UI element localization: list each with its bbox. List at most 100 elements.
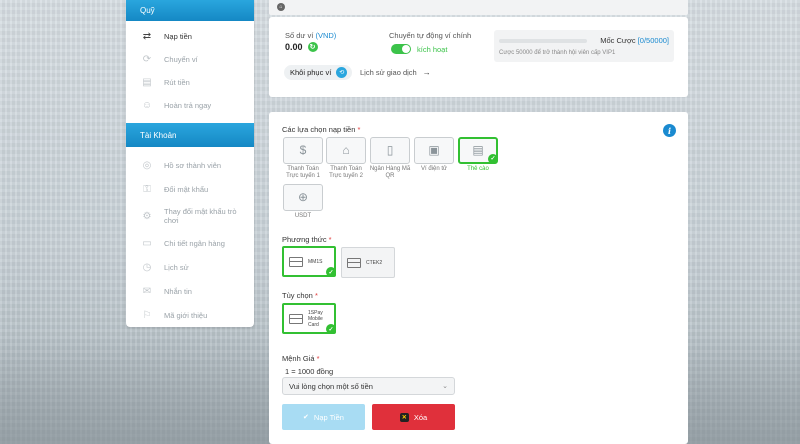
card-icon [289,256,303,267]
vip-milestone: Mốc Cược [0/50000] [600,36,669,45]
account-sidebar: Quỹ ⇄ Nạp tiền ⟳ Chuyển ví ▤ Rút tiền ☺ … [126,0,254,327]
sidebar-item-label: Nạp tiền [164,32,192,41]
sidebar-section-title: Quỹ [140,6,155,15]
balance-currency: (VND) [315,31,337,40]
history-icon: ◷ [142,261,152,273]
sidebar-item-change-password[interactable]: ⚿ Đổi mật khẩu [126,177,254,201]
vip-note: Cược 50000 để trở thành hội viên cấp VIP… [499,50,616,56]
sidebar-section-fund: Quỹ [126,0,254,21]
amount-select-value: Vui lòng chọn một số tiền [289,381,373,391]
deposit-option-label: USDT [294,213,312,219]
sidebar-item-label: Chi tiết ngân hàng [164,238,225,248]
transaction-history-label: Lịch sử giao dịch [360,68,417,77]
sidebar-item-label: Hoàn trả ngay [164,101,212,110]
deposit-submit-label: Nạp Tiền [313,412,344,422]
sidebar-item-deposit[interactable]: ⇄ Nạp tiền [126,25,254,48]
notice-bar: ⌂ [269,0,688,15]
deposit-option-label: Thẻ cào [467,166,489,172]
required-mark: * [328,235,332,244]
checkmark-icon: ✓ [326,324,336,334]
denomination-title: Mệnh Giá * [282,354,320,363]
vip-milestone-label: Mốc Cược [600,36,636,45]
sidebar-item-label: Chuyển ví [164,55,198,64]
sidebar-item-history[interactable]: ◷ Lịch sử [126,255,254,279]
sidebar-item-profile[interactable]: ◎ Hồ sơ thành viên [126,153,254,177]
deposit-option-usdt[interactable]: ⊕ USDT [282,184,324,220]
coin-icon: $ [283,137,323,164]
sidebar-item-bank-details[interactable]: ▭ Chi tiết ngân hàng [126,231,254,255]
restore-wallet-button[interactable]: Khôi phục ví ⟲ [284,65,353,80]
clear-label: Xóa [413,412,428,422]
deposit-option-label: Ngân Hàng Mã QR [369,166,411,179]
deposit-option-online-1[interactable]: $ Thanh Toán Trực tuyến 1 [282,137,324,180]
deposit-submit-button[interactable]: ✔ Nạp Tiền [282,404,365,430]
sidebar-section-account: Tài Khoản [126,123,254,147]
fund-menu: ⇄ Nạp tiền ⟳ Chuyển ví ▤ Rút tiền ☺ Hoàn… [126,21,254,117]
required-mark: * [316,354,320,363]
profile-icon: ◎ [142,159,152,171]
balance-label: Số dư ví (VND) [285,31,336,40]
restore-wallet-icon: ⟲ [336,67,348,78]
sidebar-item-label: Lịch sử [164,262,189,272]
arrow-right-icon: → [422,68,431,77]
sidebar-section-title: Tài Khoản [140,130,177,140]
method-title: Phương thức * [282,235,332,244]
card-icon [289,313,303,324]
scratch-card-icon: ▤ ✓ [458,137,498,164]
deposit-option-label: Thanh Toán Trực tuyến 2 [329,166,363,179]
choice-title-text: Tùy chọn [282,291,313,300]
deposit-card: i Các lựa chọn nạp tiền * $ Thanh Toán T… [269,112,688,444]
sidebar-item-label: Rút tiền [164,78,190,87]
chevron-down-icon: ⌄ [442,383,448,390]
balance-value: 0.00 [285,42,303,52]
denomination-rate: 1 = 1000 đồng [285,367,334,376]
refresh-balance-icon[interactable]: ↻ [307,42,318,52]
account-menu: ◎ Hồ sơ thành viên ⚿ Đổi mật khẩu ⚙ Thay… [126,147,254,327]
qr-phone-icon: ▯ [370,137,410,164]
sidebar-item-transfer[interactable]: ⟳ Chuyển ví [126,48,254,71]
checkmark-icon: ✓ [488,154,498,164]
sidebar-item-withdraw[interactable]: ▤ Rút tiền [126,71,254,94]
restore-wallet-label: Khôi phục ví [290,68,332,77]
required-mark: * [357,125,361,134]
method-ctek2[interactable]: CTEK2 [341,247,395,278]
check-icon: ✔ [303,414,309,421]
close-icon: ✕ [399,412,409,422]
deposit-option-label: Thanh Toán Trực tuyến 1 [286,166,320,179]
deposit-option-qr-bank[interactable]: ▯ Ngân Hàng Mã QR [369,137,411,180]
amount-select[interactable]: Vui lòng chọn một số tiền ⌄ [282,377,455,395]
method-label: MM1S [308,258,323,265]
clear-button[interactable]: ✕ Xóa [372,404,455,430]
key-icon: ⚿ [143,183,151,195]
bank-icon: ⌂ [326,137,366,164]
vip-progress-box: Mốc Cược [0/50000] Cược 50000 để trở thà… [494,30,674,62]
sidebar-item-referral[interactable]: ⚐ Mã giới thiệu [126,303,254,327]
choice-title: Tùy chọn * [282,291,318,300]
info-icon[interactable]: i [663,124,676,137]
transaction-history-link[interactable]: Lịch sử giao dịch → [360,68,431,77]
sidebar-item-refund[interactable]: ☺ Hoàn trả ngay [126,94,254,117]
deposit-option-scratch-card[interactable]: ▤ ✓ Thẻ cào [457,137,499,173]
refund-icon: ☺ [141,100,153,111]
sidebar-item-label: Đổi mật khẩu [164,184,209,194]
mail-icon: ✉ [142,285,152,297]
usdt-icon: ⊕ [283,184,323,211]
balance-label-text: Số dư ví [285,31,314,40]
transfer-icon: ⟳ [142,54,152,65]
game-password-icon: ⚙ [142,210,152,222]
deposit-option-label: Ví điện tử [420,166,448,172]
vip-milestone-count: [0/50000] [637,36,669,45]
sidebar-item-game-password[interactable]: ⚙ Thay đổi mật khẩu trò chơi [126,201,254,231]
deposit-options-title: Các lựa chọn nạp tiền * [282,125,360,134]
sidebar-item-label: Nhắn tin [164,286,192,296]
choice-1spay-mobile-card[interactable]: 1SPay Mobile Card ✓ [282,303,336,334]
method-mm1s[interactable]: MM1S ✓ [282,246,336,277]
deposit-option-e-wallet[interactable]: ▣ Ví điện tử [413,137,455,173]
wallet-card: Số dư ví (VND) 0.00 ↻ Chuyển tự động ví … [269,17,688,97]
home-icon[interactable]: ⌂ [277,3,285,11]
sidebar-item-messages[interactable]: ✉ Nhắn tin [126,279,254,303]
auto-transfer-toggle[interactable] [391,44,411,54]
checkmark-icon: ✓ [326,267,336,277]
sidebar-item-label: Hồ sơ thành viên [164,160,222,170]
deposit-option-online-2[interactable]: ⌂ Thanh Toán Trực tuyến 2 [325,137,367,180]
